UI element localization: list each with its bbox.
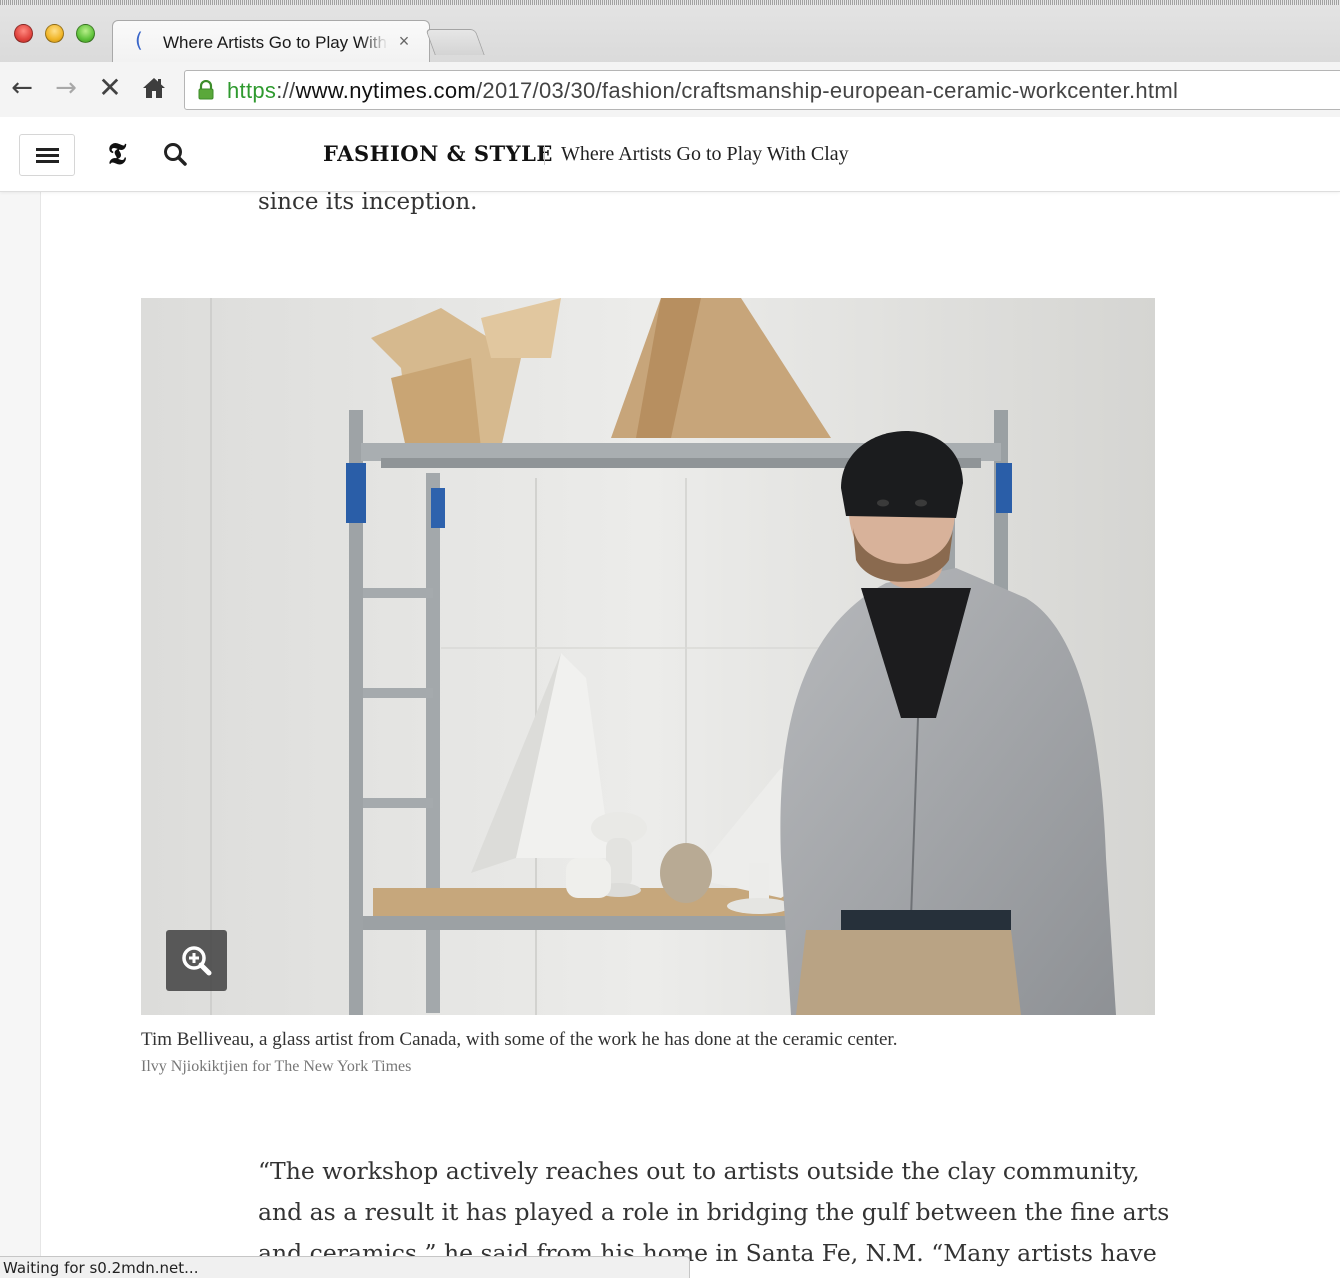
minimize-window-button[interactable] (45, 24, 64, 43)
browser-tab-active[interactable]: ( Where Artists Go to Play With Clay × (112, 20, 430, 62)
url-host: www.nytimes.com (295, 78, 476, 103)
url-path: /2017/03/30/fashion/craftsmanship-europe… (476, 78, 1179, 103)
url-separator: :// (276, 78, 296, 103)
url-text: https://www.nytimes.com/2017/03/30/fashi… (227, 78, 1178, 104)
close-window-button[interactable] (14, 24, 33, 43)
browser-chrome: ( Where Artists Go to Play With Clay × ←… (0, 0, 1340, 117)
search-icon (164, 143, 187, 166)
header-divider (544, 145, 545, 165)
zoom-in-icon (182, 946, 212, 976)
arrow-left-icon: ← (11, 73, 33, 103)
arrow-right-icon: → (55, 73, 77, 103)
article-paragraph-tail: since its inception. (258, 189, 478, 215)
stop-loading-button[interactable]: ✕ (94, 72, 126, 104)
address-bar[interactable]: https://www.nytimes.com/2017/03/30/fashi… (184, 70, 1340, 110)
back-button[interactable]: ← (6, 72, 38, 104)
header-headline: Where Artists Go to Play With Clay (561, 143, 849, 165)
browser-toolbar: ← → ✕ https://www.nytimes.com/2017/03/30… (0, 62, 1340, 117)
nyt-logo[interactable]: 𝕿 (100, 135, 134, 175)
home-icon (143, 78, 165, 98)
left-gutter (0, 117, 41, 1278)
loading-spinner-icon: ( (135, 28, 143, 52)
zoom-window-button[interactable] (76, 24, 95, 43)
new-tab-button[interactable] (425, 29, 485, 55)
search-button[interactable] (160, 139, 192, 171)
page-viewport: 𝕿 FASHION & STYLE Where Artists Go to Pl… (0, 117, 1340, 1278)
tab-close-icon[interactable]: × (395, 30, 413, 52)
stop-icon: ✕ (98, 71, 122, 104)
photo-credit: Ilvy Njiokiktjien for The New York Times (141, 1058, 412, 1075)
enlarge-photo-button[interactable] (166, 930, 227, 991)
window-titlebar-texture (0, 0, 1340, 5)
hamburger-menu-icon-bar (36, 154, 59, 157)
hamburger-menu-icon-bar (36, 160, 59, 163)
tab-title: Where Artists Go to Play With Clay (163, 33, 388, 52)
section-label[interactable]: FASHION & STYLE (323, 141, 553, 166)
url-scheme: https (227, 78, 277, 103)
photo-artist-with-shelf (141, 298, 1155, 1015)
article-body-line: and as a result it has played a role in … (258, 1198, 1170, 1226)
article-photo[interactable] (141, 298, 1155, 1015)
browser-status-bar: Waiting for s0.2mdn.net... (0, 1256, 690, 1278)
hamburger-menu-icon (36, 148, 59, 151)
home-button[interactable] (138, 72, 170, 104)
sections-menu-button[interactable] (19, 134, 75, 176)
forward-button[interactable]: → (50, 72, 82, 104)
site-header: 𝕿 FASHION & STYLE Where Artists Go to Pl… (0, 117, 1340, 192)
article-body-line: “The workshop actively reaches out to ar… (258, 1157, 1140, 1185)
lock-icon (198, 80, 214, 100)
photo-caption: Tim Belliveau, a glass artist from Canad… (141, 1029, 898, 1050)
